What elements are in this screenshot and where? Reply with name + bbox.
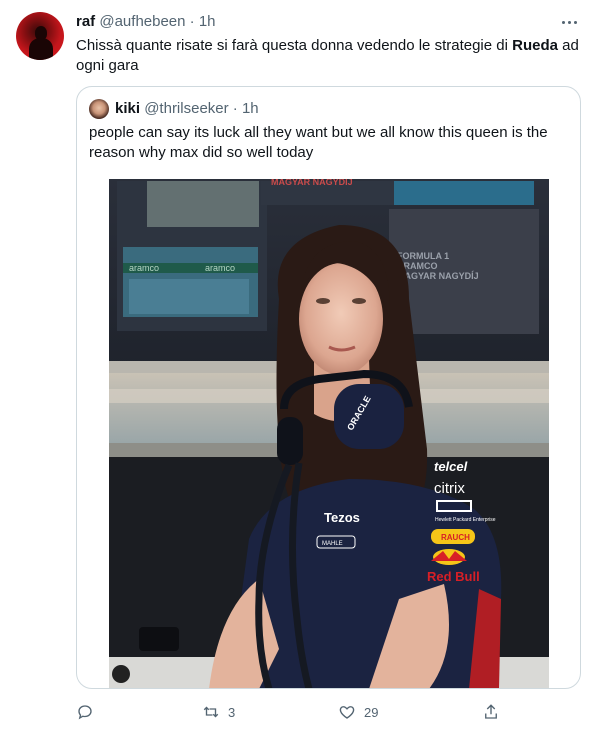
tweet-text-part: Chissà quante risate si farà questa donn… [76,37,513,54]
heart-icon [339,706,355,719]
quoted-header: kiki @thrilseeker · 1h [115,100,259,118]
shirt-redbull: Red Bull [427,569,480,584]
author-name[interactable]: raf [76,13,95,30]
like-button[interactable]: 29 [338,700,378,724]
screen-text-1: MAGYAR NAGYDÍJ [271,179,353,187]
photo-illustration: aramco aramco MAGYAR NAGYDÍJ FORMULA 1 A… [109,179,549,688]
quoted-timestamp: 1h [241,100,259,117]
share-icon [485,704,497,719]
banner-text-1: aramco [129,263,159,273]
quoted-text: people can say its luck all they want bu… [89,124,548,161]
reply-icon [78,705,92,720]
shirt-rauch: RAUCH [441,533,470,542]
tweet-text-bold: Rueda [512,37,558,54]
shirt-telcel: telcel [434,459,468,474]
quoted-tweet[interactable]: kiki @thrilseeker · 1h people can say it… [76,86,581,689]
retweet-icon [203,706,219,718]
tweet[interactable]: raf @aufhebeen · 1h Chissà quante risate… [0,0,598,734]
action-bar: 3 29 [76,700,506,724]
quoted-photo[interactable]: aramco aramco MAGYAR NAGYDÍJ FORMULA 1 A… [109,179,549,688]
quoted-author-handle: @thrilseeker [144,100,229,117]
more-horizontal-icon[interactable] [560,14,580,30]
separator-dot: · [232,100,238,117]
retweet-button[interactable]: 3 [202,700,235,724]
timestamp[interactable]: 1h [199,13,216,30]
shirt-tezos: Tezos [324,510,360,525]
headset-earcup [334,384,404,449]
like-count: 29 [364,704,379,720]
share-button[interactable] [482,700,508,724]
quoted-avatar [89,99,109,119]
author-handle[interactable]: @aufhebeen [99,13,185,30]
shirt-citrix: citrix [434,480,465,497]
screen-text-2: FORMULA 1 [397,251,449,261]
quoted-author-name: kiki [115,100,141,117]
tweet-text: Chissà quante risate si farà questa donn… [76,36,581,76]
tweet-header: raf @aufhebeen · 1h [76,13,216,31]
shirt-mahle: MAHLE [322,541,343,547]
reply-button[interactable] [76,700,102,724]
avatar[interactable] [16,12,64,60]
shirt-hpe: Hewlett Packard Enterprise [435,517,496,523]
screen-text-4: MAGYAR NAGYDÍJ [397,271,479,281]
separator-dot: · [189,13,195,30]
banner-text-2: aramco [205,263,235,273]
retweet-count: 3 [228,704,236,720]
avatar-figure-body [29,38,53,60]
